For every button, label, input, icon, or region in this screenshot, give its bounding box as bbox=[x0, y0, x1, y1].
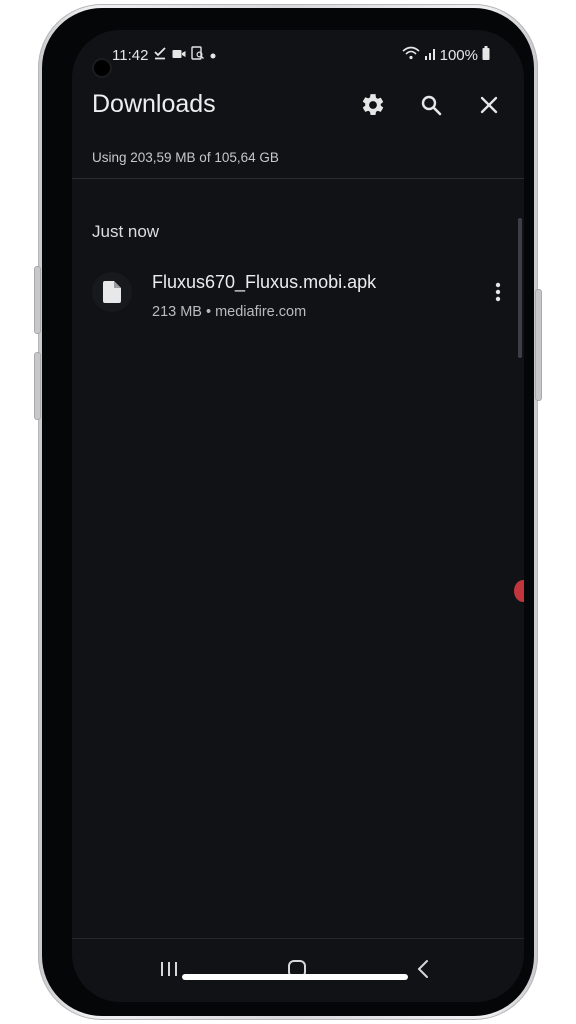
dot-icon bbox=[209, 47, 217, 64]
app-actions bbox=[360, 92, 502, 118]
status-right: 100% bbox=[402, 46, 490, 64]
more-vert-icon bbox=[495, 282, 501, 302]
floating-dot bbox=[514, 580, 524, 602]
back-icon bbox=[417, 960, 428, 978]
file-icon bbox=[103, 281, 121, 303]
page-title: Downloads bbox=[92, 90, 216, 118]
settings-button[interactable] bbox=[360, 92, 386, 118]
bezel: 11:42 100% Downloads Using 203,59 MB of … bbox=[42, 8, 534, 1016]
gear-icon bbox=[362, 94, 384, 115]
recents-button[interactable] bbox=[154, 954, 184, 984]
battery-icon bbox=[482, 46, 490, 64]
recents-icon bbox=[161, 962, 177, 976]
download-item[interactable]: Fluxus670_Fluxus.mobi.apk 213 MB • media… bbox=[72, 268, 524, 340]
power-button bbox=[535, 289, 542, 401]
app-bar: Downloads bbox=[72, 80, 524, 130]
volume-down-button bbox=[34, 352, 41, 420]
phone-frame: 11:42 100% Downloads Using 203,59 MB of … bbox=[34, 4, 542, 1020]
check-download-icon bbox=[153, 46, 167, 64]
signal-icon bbox=[424, 47, 436, 64]
screenshot-icon bbox=[191, 46, 205, 64]
navigation-bar bbox=[72, 940, 524, 1002]
close-icon bbox=[480, 96, 498, 114]
screen: 11:42 100% Downloads Using 203,59 MB of … bbox=[72, 30, 524, 1002]
volume-up-button bbox=[34, 266, 41, 334]
status-bar: 11:42 100% bbox=[72, 30, 524, 76]
battery-text: 100% bbox=[439, 46, 478, 64]
section-label-just-now: Just now bbox=[92, 222, 160, 241]
file-icon-container bbox=[92, 272, 132, 312]
more-options-button[interactable] bbox=[486, 280, 510, 304]
file-name: Fluxus670_Fluxus.mobi.apk bbox=[152, 272, 377, 292]
gesture-handle[interactable] bbox=[182, 974, 408, 980]
back-button[interactable] bbox=[408, 954, 438, 984]
search-button[interactable] bbox=[418, 92, 444, 118]
search-icon bbox=[421, 95, 442, 116]
video-icon bbox=[172, 47, 186, 64]
divider bbox=[72, 178, 524, 179]
wifi-icon bbox=[402, 46, 420, 64]
status-time: 11:42 bbox=[112, 46, 149, 64]
file-meta: 213 MB • mediafire.com bbox=[152, 304, 307, 320]
scrollbar[interactable] bbox=[518, 218, 522, 358]
nav-divider bbox=[72, 938, 524, 939]
close-button[interactable] bbox=[476, 92, 502, 118]
storage-usage: Using 203,59 MB of 105,64 GB bbox=[92, 150, 279, 165]
status-left: 11:42 bbox=[112, 46, 217, 64]
